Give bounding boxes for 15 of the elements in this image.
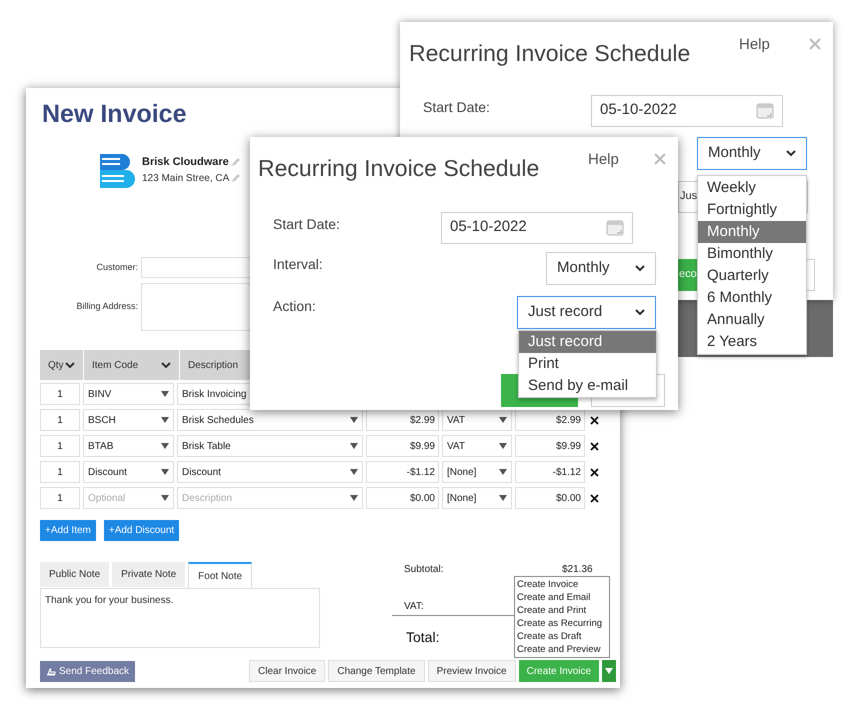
subtotal-label: Subtotal:	[404, 563, 444, 577]
page-title: New Invoice	[42, 99, 186, 130]
field-label: Customer:	[95, 260, 138, 274]
subtotal-value: $21.36	[562, 563, 593, 577]
field-label: Interval:	[272, 254, 324, 274]
vat-label: VAT:	[404, 600, 424, 614]
field-label: Start Date:	[422, 98, 491, 116]
field-label: Start Date:	[272, 214, 341, 234]
dialog-title: Recurring Invoice Schedule	[409, 39, 692, 68]
field-label: Action:	[272, 296, 317, 316]
total-label: Total:	[406, 628, 440, 647]
dialog-title: Recurring Invoice Schedule	[258, 154, 540, 183]
field-label: Billing Address:	[75, 300, 138, 314]
company-address: 123 Main Stree, CA	[142, 172, 230, 186]
company-name: Brisk Cloudware	[142, 155, 229, 170]
